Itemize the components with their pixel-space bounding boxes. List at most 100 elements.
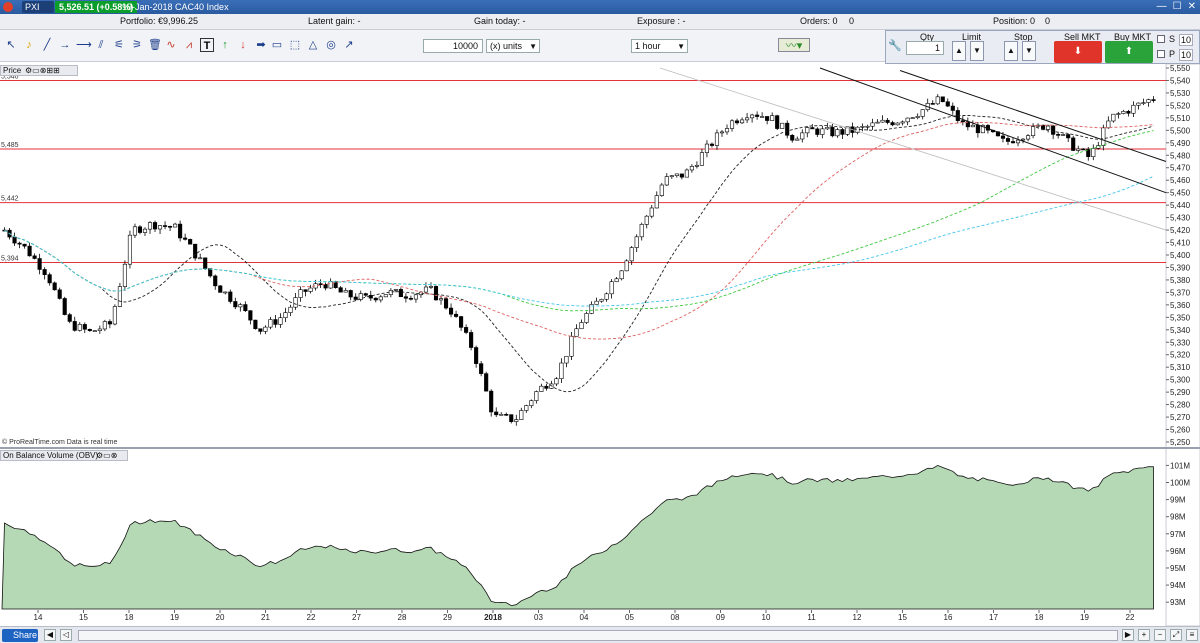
candle-down (494, 411, 499, 416)
trend-line-icon[interactable]: ╱ (40, 38, 54, 52)
title-bar: PXI 5,526.51 (+0.58%) 19-Jan-2018 CAC40 … (0, 0, 1200, 14)
candle-down (785, 122, 790, 136)
polygon-icon[interactable]: ⬚ (288, 38, 302, 52)
arrow-right-icon[interactable]: ➡ (254, 38, 268, 52)
candle-up (649, 207, 654, 217)
cursor-icon[interactable]: ↖ (4, 38, 18, 52)
candle-down (815, 128, 820, 135)
candle-down (183, 237, 188, 240)
candle-down (408, 297, 413, 300)
candle-up (694, 164, 699, 167)
x-tick-label: 29 (443, 613, 452, 622)
candle-down (1151, 99, 1156, 101)
close-icon[interactable]: ✕ (1188, 1, 1196, 13)
stop-checkbox[interactable] (1157, 35, 1165, 43)
buy-market-button[interactable]: ⬆ (1105, 41, 1153, 63)
candle-up (579, 322, 584, 330)
candle-up (629, 247, 634, 262)
sell-arrow-icon[interactable]: ↓ (236, 38, 250, 52)
scroll-start-button[interactable]: ◀ (44, 629, 56, 641)
delete-icon[interactable]: 🗑 (148, 38, 162, 52)
zoom-in-icon[interactable]: + (1138, 629, 1150, 641)
panel-settings-icon[interactable]: ⚙▭⊗⊞⊞ (25, 66, 60, 75)
candle-up (574, 328, 579, 337)
channel-icon[interactable]: ⫽ (94, 38, 108, 52)
order-qty-input[interactable]: 1 (906, 41, 944, 55)
candle-down (67, 314, 72, 322)
profit-checkbox[interactable] (1157, 50, 1165, 58)
candle-down (940, 96, 945, 103)
zigzag-icon[interactable]: ∿ (164, 38, 178, 52)
alert-bell-icon[interactable]: ♪ (22, 38, 36, 52)
chart-type-button[interactable]: 〰▾ (778, 38, 810, 52)
share-button[interactable]: Share (2, 629, 38, 642)
obv-panel-label: On Balance Volume (OBV) (3, 451, 99, 460)
triangle-icon[interactable]: △ (306, 38, 320, 52)
limit-sell-button[interactable]: ▼ (970, 41, 984, 61)
candle-down (338, 287, 343, 293)
zoom-auto-icon[interactable]: ≡ (1186, 629, 1198, 641)
candle-up (729, 120, 735, 129)
candle-down (57, 289, 62, 299)
zoom-fit-icon[interactable]: ⤢ (1170, 629, 1182, 641)
rectangle-icon[interactable]: ▭ (270, 38, 284, 52)
stop-sell-button[interactable]: ▼ (1022, 41, 1036, 61)
buy-arrow-icon[interactable]: ↑ (218, 38, 232, 52)
measure-icon[interactable]: ↗ (342, 38, 356, 52)
candle-down (1051, 125, 1056, 135)
obv-panel-settings-icon[interactable]: ⚙▭⊗ (96, 451, 117, 460)
pattern-icon[interactable]: ⩘ (182, 38, 196, 52)
p-pct[interactable]: 10 (1179, 49, 1194, 61)
scroll-left-button[interactable]: ◁ (60, 629, 72, 641)
price-panel-label: Price (3, 66, 22, 75)
chart-area[interactable]: 5,550 5,540 5,530 5,520 5,510 5,500 5,490 5,480… (0, 64, 1200, 626)
fan-icon[interactable]: ⚞ (130, 38, 144, 52)
candle-up (880, 119, 885, 123)
candle-down (790, 134, 795, 141)
zoom-out-icon[interactable]: − (1154, 629, 1166, 641)
obv-tick-label: 101M (1170, 461, 1190, 470)
candle-up (614, 278, 619, 283)
candle-down (489, 390, 494, 413)
text-tool-icon[interactable]: T (200, 38, 214, 52)
ellipse-icon[interactable]: ◎ (324, 38, 338, 52)
wrench-icon[interactable]: 🔧 (888, 39, 902, 53)
symbol-pill[interactable]: PXI (22, 1, 54, 13)
minimize-icon[interactable]: — (1157, 1, 1167, 13)
candle-up (820, 128, 825, 135)
limit-buy-button[interactable]: ▲ (952, 41, 966, 61)
candle-down (1005, 138, 1011, 142)
candle-up (795, 138, 800, 141)
stop-buy-button[interactable]: ▲ (1004, 41, 1018, 61)
maximize-icon[interactable]: ☐ (1173, 1, 1182, 13)
candle-up (770, 115, 775, 121)
x-tick-label: 2018 (484, 613, 502, 622)
units-select[interactable]: (x) units ▼ (486, 39, 540, 53)
horizontal-line-icon[interactable]: → (58, 38, 72, 52)
candle-up (564, 355, 569, 364)
time-scrollbar[interactable] (78, 630, 1118, 641)
chart-svg[interactable]: 5,550 5,540 5,530 5,520 5,510 5,500 5,490 5,480… (0, 64, 1200, 626)
obv-tick-label: 96M (1170, 547, 1186, 556)
candle-down (464, 327, 469, 333)
ray-icon[interactable]: ⟶ (76, 38, 92, 52)
x-tick-label: 17 (989, 613, 998, 622)
candle-up (378, 296, 383, 301)
sell-market-button[interactable]: ⬇ (1054, 41, 1102, 63)
s-pct[interactable]: 10 (1179, 34, 1194, 46)
candle-up (584, 313, 589, 323)
y-tick-label: 5,470 (1170, 164, 1191, 173)
scroll-right-button[interactable]: ▶ (1122, 629, 1134, 641)
fibonacci-icon[interactable]: ⚟ (112, 38, 126, 52)
x-tick-label: 14 (34, 613, 43, 622)
candle-up (634, 236, 639, 248)
orders-count: Orders: 0 (800, 16, 838, 26)
candle-up (263, 326, 268, 332)
candle-up (619, 270, 624, 280)
candle-up (308, 287, 313, 292)
quantity-input[interactable]: 10000 (423, 39, 483, 53)
interval-select[interactable]: 1 hour ▼ (631, 39, 688, 53)
candle-up (714, 132, 720, 146)
candle-up (865, 125, 870, 128)
candle-down (253, 319, 258, 330)
